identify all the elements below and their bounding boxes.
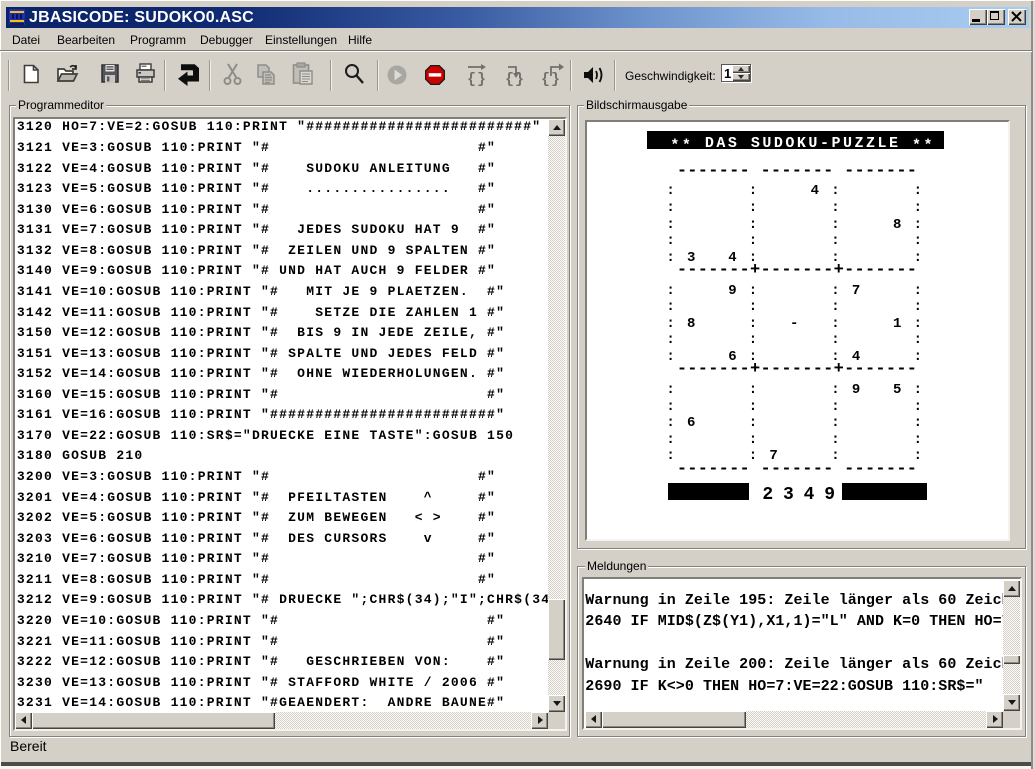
svg-text:{}: {} xyxy=(541,71,561,87)
svg-text:{}: {} xyxy=(505,71,525,88)
svg-text:{}: {} xyxy=(467,71,487,88)
